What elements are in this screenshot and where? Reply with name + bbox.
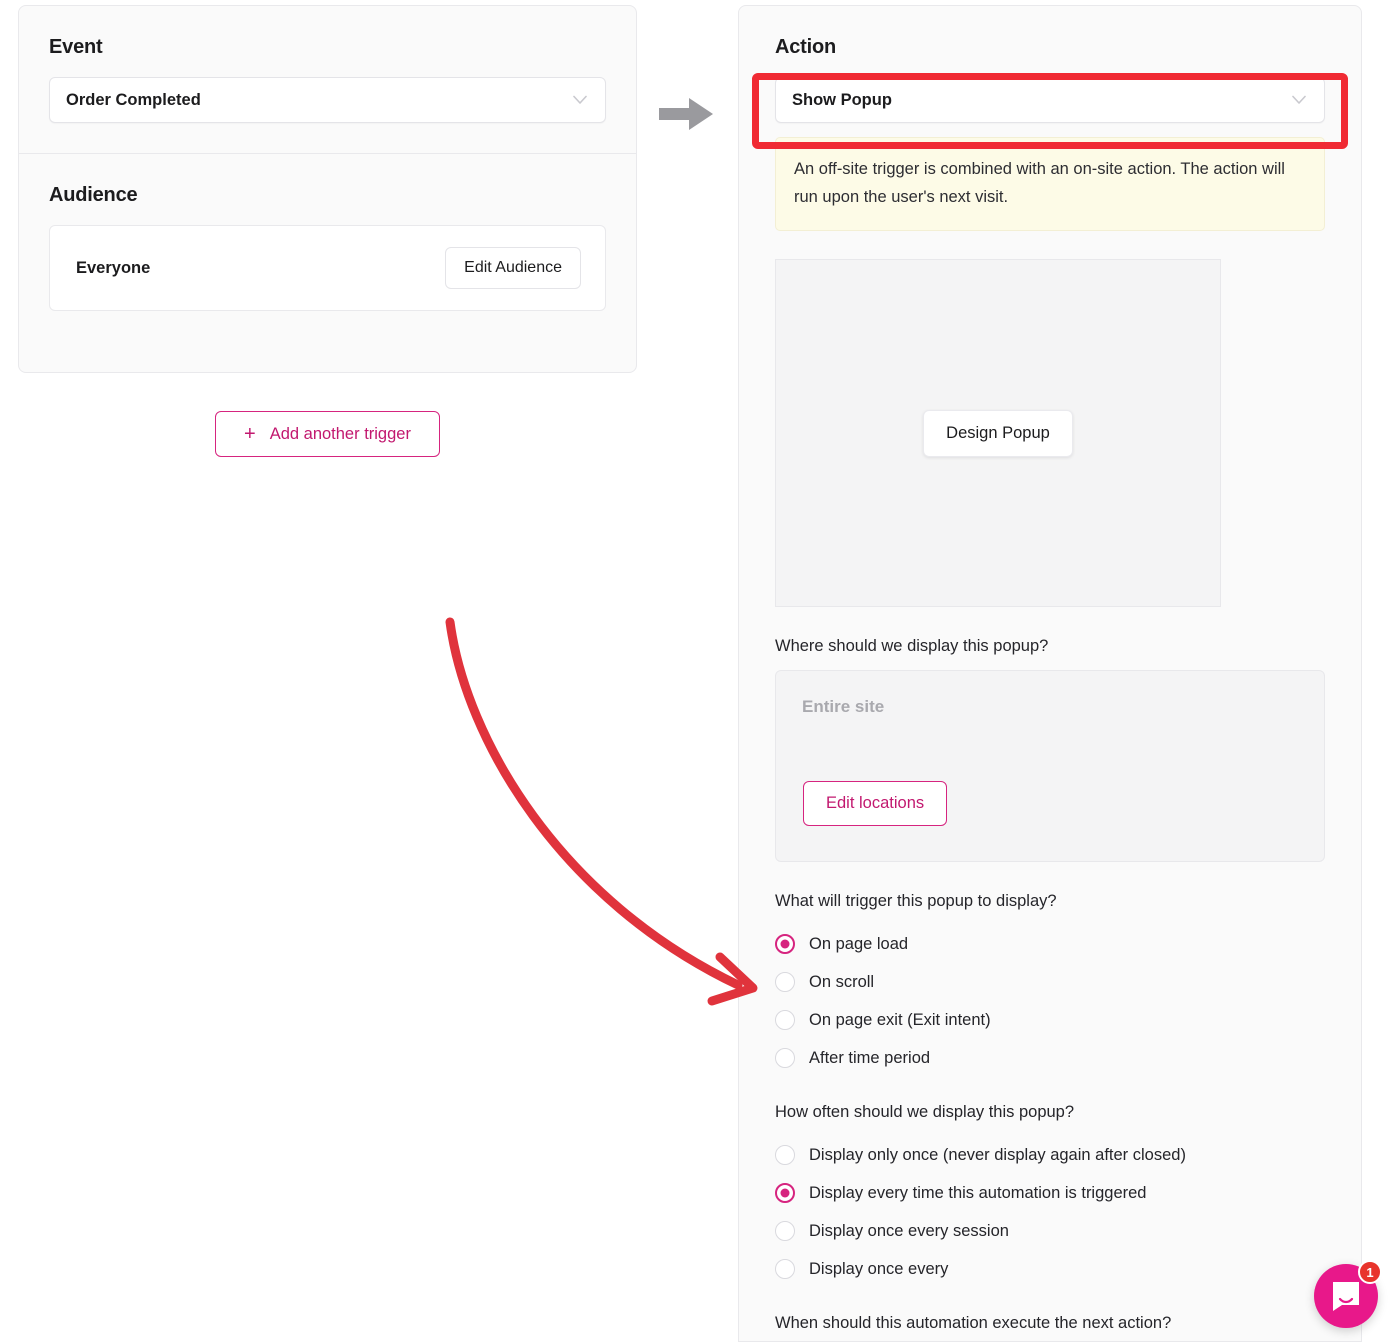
radio-label: On page exit (Exit intent) xyxy=(809,1010,991,1029)
event-select[interactable]: Order Completed xyxy=(49,77,606,123)
trigger-radio-group: On page load On scroll On page exit (Exi… xyxy=(775,925,1325,1077)
curved-arrow-annotation xyxy=(420,600,780,1010)
radio-row-on-page-load[interactable]: On page load xyxy=(775,925,1325,963)
radio-indicator[interactable] xyxy=(775,1221,795,1242)
frequency-radio-group: Display only once (never display again a… xyxy=(775,1136,1325,1288)
event-select-value: Order Completed xyxy=(66,90,201,109)
audience-card: Everyone Edit Audience xyxy=(49,225,606,311)
audience-value: Everyone xyxy=(76,258,151,277)
radio-indicator[interactable] xyxy=(775,934,795,955)
radio-label: Display only once (never display again a… xyxy=(809,1145,1186,1164)
trigger-panel: Event Order Completed Audience Everyone … xyxy=(18,5,637,373)
radio-label: After time period xyxy=(809,1048,931,1067)
radio-indicator[interactable] xyxy=(775,1259,795,1280)
radio-row-display-only-once[interactable]: Display only once (never display again a… xyxy=(775,1136,1325,1174)
where-display-question: Where should we display this popup? xyxy=(775,637,1049,656)
edit-locations-button[interactable]: Edit locations xyxy=(803,781,948,827)
offsite-trigger-notice: An off-site trigger is combined with an … xyxy=(775,137,1325,232)
radio-row-after-time-period[interactable]: After time period xyxy=(775,1039,1325,1077)
intercom-unread-badge: 1 xyxy=(1358,1260,1382,1284)
radio-label: On page load xyxy=(809,934,909,953)
radio-indicator[interactable] xyxy=(775,1048,795,1069)
radio-row-display-once-every-session[interactable]: Display once every session xyxy=(775,1212,1325,1250)
event-section-title: Event xyxy=(49,36,103,58)
radio-label: Display every time this automation is tr… xyxy=(809,1183,1147,1202)
action-select-value: Show Popup xyxy=(792,90,892,109)
radio-label: Display once every session xyxy=(809,1221,1009,1240)
radio-label: On scroll xyxy=(809,972,875,991)
action-panel: Action Show Popup An off-site trigger is… xyxy=(738,5,1362,1342)
design-popup-button[interactable]: Design Popup xyxy=(923,409,1073,457)
audience-section: Audience Everyone Edit Audience xyxy=(19,154,636,337)
radio-indicator[interactable] xyxy=(775,1145,795,1166)
radio-row-on-page-exit[interactable]: On page exit (Exit intent) xyxy=(775,1001,1325,1039)
plus-icon: + xyxy=(244,423,256,445)
popup-design-canvas: Design Popup xyxy=(775,259,1221,608)
location-card: Entire site Edit locations xyxy=(775,670,1325,863)
action-select[interactable]: Show Popup xyxy=(775,77,1325,123)
radio-indicator[interactable] xyxy=(775,1010,795,1031)
radio-row-display-once-every[interactable]: Display once every xyxy=(775,1250,1325,1288)
radio-indicator[interactable] xyxy=(775,1183,795,1204)
chevron-down-icon xyxy=(1292,95,1306,105)
frequency-question: How often should we display this popup? xyxy=(775,1103,1075,1122)
trigger-display-question: What will trigger this popup to display? xyxy=(775,892,1057,911)
intercom-launcher[interactable]: 1 xyxy=(1314,1260,1382,1328)
automation-builder-screen: Event Order Completed Audience Everyone … xyxy=(0,0,1400,1342)
radio-label: Display once every xyxy=(809,1259,949,1278)
next-action-question: When should this automation execute the … xyxy=(775,1314,1172,1333)
audience-section-title: Audience xyxy=(49,184,138,206)
radio-row-on-scroll[interactable]: On scroll xyxy=(775,963,1325,1001)
arrow-right-icon xyxy=(659,96,715,132)
add-trigger-wrapper: + Add another trigger xyxy=(18,411,637,457)
chevron-down-icon xyxy=(573,95,587,105)
radio-row-display-every-time[interactable]: Display every time this automation is tr… xyxy=(775,1174,1325,1212)
edit-audience-button[interactable]: Edit Audience xyxy=(445,247,581,289)
add-another-trigger-label: Add another trigger xyxy=(269,424,411,443)
location-value: Entire site xyxy=(802,697,885,717)
radio-indicator[interactable] xyxy=(775,972,795,993)
action-section-title: Action xyxy=(775,36,837,58)
add-another-trigger-button[interactable]: + Add another trigger xyxy=(215,411,440,457)
event-section: Event Order Completed xyxy=(19,6,636,153)
